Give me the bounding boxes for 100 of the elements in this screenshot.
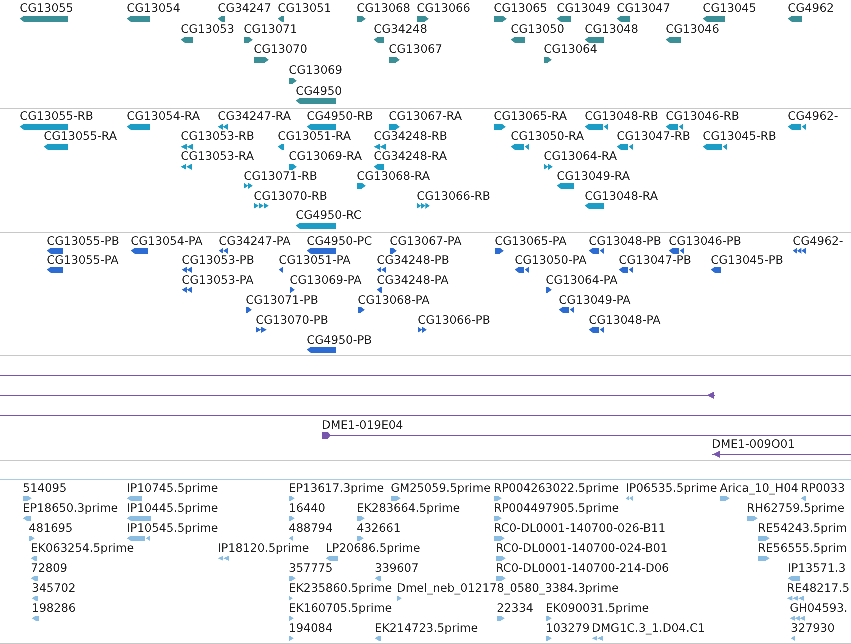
est-chevrons-icon[interactable] — [626, 496, 633, 502]
est-arrow-icon[interactable] — [31, 556, 37, 562]
protein-arrow-icon[interactable] — [246, 307, 252, 313]
est-arrow-icon[interactable] — [391, 496, 401, 502]
protein-arrow-icon[interactable] — [307, 346, 336, 353]
protein-chevrons-icon[interactable] — [256, 326, 267, 333]
est-arrow-icon[interactable] — [496, 556, 506, 562]
est-arrow-icon[interactable] — [375, 576, 381, 582]
gene-arrow-icon[interactable] — [417, 16, 429, 22]
gene-arrow-icon[interactable] — [357, 16, 366, 22]
transcript-arrow-icon[interactable] — [44, 144, 68, 150]
est-chevrons-icon[interactable] — [592, 636, 603, 642]
protein-arrow-icon[interactable] — [619, 267, 633, 274]
est-arrow-icon[interactable] — [747, 516, 758, 522]
est-arrow-icon[interactable] — [494, 516, 502, 522]
est-arrow-icon[interactable] — [289, 616, 294, 622]
clone-line[interactable] — [0, 374, 851, 376]
protein-arrow-icon[interactable] — [390, 248, 397, 254]
est-arrow-icon[interactable] — [791, 636, 795, 642]
est-chevrons-icon[interactable] — [787, 596, 804, 602]
est-arrow-icon[interactable] — [289, 536, 293, 542]
gene-arrow-icon[interactable] — [289, 78, 297, 84]
transcript-arrow-icon[interactable] — [20, 124, 68, 130]
gene-arrow-icon[interactable] — [127, 16, 150, 22]
est-arrow-icon[interactable] — [23, 496, 32, 502]
gene-arrow-icon[interactable] — [511, 36, 525, 43]
protein-arrow-icon[interactable] — [589, 248, 604, 254]
gene-arrow-icon[interactable] — [544, 57, 552, 64]
transcript-arrow-icon[interactable] — [703, 144, 727, 150]
est-arrow-icon[interactable] — [494, 496, 502, 502]
gene-arrow-icon[interactable] — [181, 36, 193, 43]
gene-arrow-icon[interactable] — [617, 16, 630, 22]
gene-arrow-icon[interactable] — [278, 16, 284, 22]
transcript-arrow-icon[interactable] — [494, 124, 506, 130]
gene-arrow-icon[interactable] — [296, 98, 336, 104]
transcript-arrow-icon[interactable] — [278, 144, 284, 150]
transcript-chevrons-icon[interactable] — [218, 124, 228, 130]
protein-chevrons-icon[interactable] — [219, 248, 228, 254]
transcript-arrow-icon[interactable] — [289, 164, 297, 170]
protein-arrow-icon[interactable] — [47, 248, 63, 254]
est-arrow-icon[interactable] — [494, 536, 505, 542]
protein-arrow-icon[interactable] — [495, 248, 504, 254]
protein-arrow-icon[interactable] — [589, 326, 604, 333]
gene-arrow-icon[interactable] — [244, 36, 253, 43]
est-chevrons-icon[interactable] — [790, 616, 805, 622]
protein-arrow-icon[interactable] — [711, 267, 721, 274]
est-arrow-icon[interactable] — [497, 616, 505, 622]
protein-arrow-icon[interactable] — [279, 267, 283, 274]
est-chevrons-icon[interactable] — [218, 556, 229, 562]
protein-arrow-icon[interactable] — [515, 267, 529, 274]
transcript-arrow-icon[interactable] — [557, 183, 574, 190]
transcript-arrow-icon[interactable] — [788, 124, 806, 130]
est-arrow-icon[interactable] — [546, 636, 552, 642]
protein-arrow-icon[interactable] — [358, 307, 365, 313]
protein-chevrons-icon[interactable] — [418, 326, 427, 333]
protein-chevrons-icon[interactable] — [182, 267, 192, 274]
transcript-chevrons-icon[interactable] — [374, 144, 386, 150]
transcript-arrow-icon[interactable] — [389, 124, 400, 130]
est-arrow-icon[interactable] — [758, 556, 770, 562]
transcript-arrow-icon[interactable] — [307, 124, 336, 130]
transcript-chevrons-icon[interactable] — [254, 203, 269, 210]
protein-arrow-icon[interactable] — [669, 248, 684, 254]
gene-arrow-icon[interactable] — [585, 36, 604, 43]
est-arrow-icon[interactable] — [32, 616, 39, 622]
gene-arrow-icon[interactable] — [254, 57, 269, 64]
transcript-arrow-icon[interactable] — [357, 183, 366, 190]
est-arrow-icon[interactable] — [289, 516, 295, 522]
est-arrow-icon[interactable] — [31, 576, 38, 582]
protein-chevrons-icon[interactable] — [793, 248, 806, 254]
est-arrow-icon[interactable] — [496, 576, 506, 582]
protein-arrow-icon[interactable] — [47, 267, 63, 274]
gene-arrow-icon[interactable] — [494, 16, 507, 22]
est-arrow-icon[interactable] — [326, 556, 338, 562]
est-arrow-icon[interactable] — [127, 496, 142, 502]
protein-arrow-icon[interactable] — [546, 287, 552, 294]
transcript-chevrons-icon[interactable] — [544, 164, 553, 170]
clone-line[interactable] — [0, 414, 851, 416]
est-arrow-icon[interactable] — [289, 596, 293, 602]
protein-chevrons-icon[interactable] — [182, 287, 192, 294]
transcript-arrow-icon[interactable] — [617, 144, 633, 150]
transcript-chevrons-icon[interactable] — [244, 183, 253, 190]
est-arrow-icon[interactable] — [546, 616, 552, 622]
gene-arrow-icon[interactable] — [666, 36, 681, 43]
protein-arrow-icon[interactable] — [290, 287, 295, 294]
clone-line[interactable] — [0, 392, 715, 398]
est-arrow-icon[interactable] — [375, 636, 381, 642]
est-arrow-icon[interactable] — [720, 496, 730, 502]
clone-line[interactable] — [712, 450, 851, 458]
transcript-arrow-icon[interactable] — [585, 124, 608, 130]
est-arrow-icon[interactable] — [289, 576, 296, 582]
est-arrow-icon[interactable] — [289, 496, 295, 502]
gene-arrow-icon[interactable] — [218, 16, 225, 22]
est-arrow-icon[interactable] — [357, 516, 365, 522]
gene-arrow-icon[interactable] — [788, 16, 802, 22]
transcript-chevrons-icon[interactable] — [181, 164, 192, 170]
protein-arrow-icon[interactable] — [559, 307, 574, 313]
gene-arrow-icon[interactable] — [389, 57, 400, 64]
transcript-arrow-icon[interactable] — [585, 203, 604, 210]
transcript-chevrons-icon[interactable] — [417, 203, 430, 210]
est-arrow-icon[interactable] — [23, 516, 31, 522]
